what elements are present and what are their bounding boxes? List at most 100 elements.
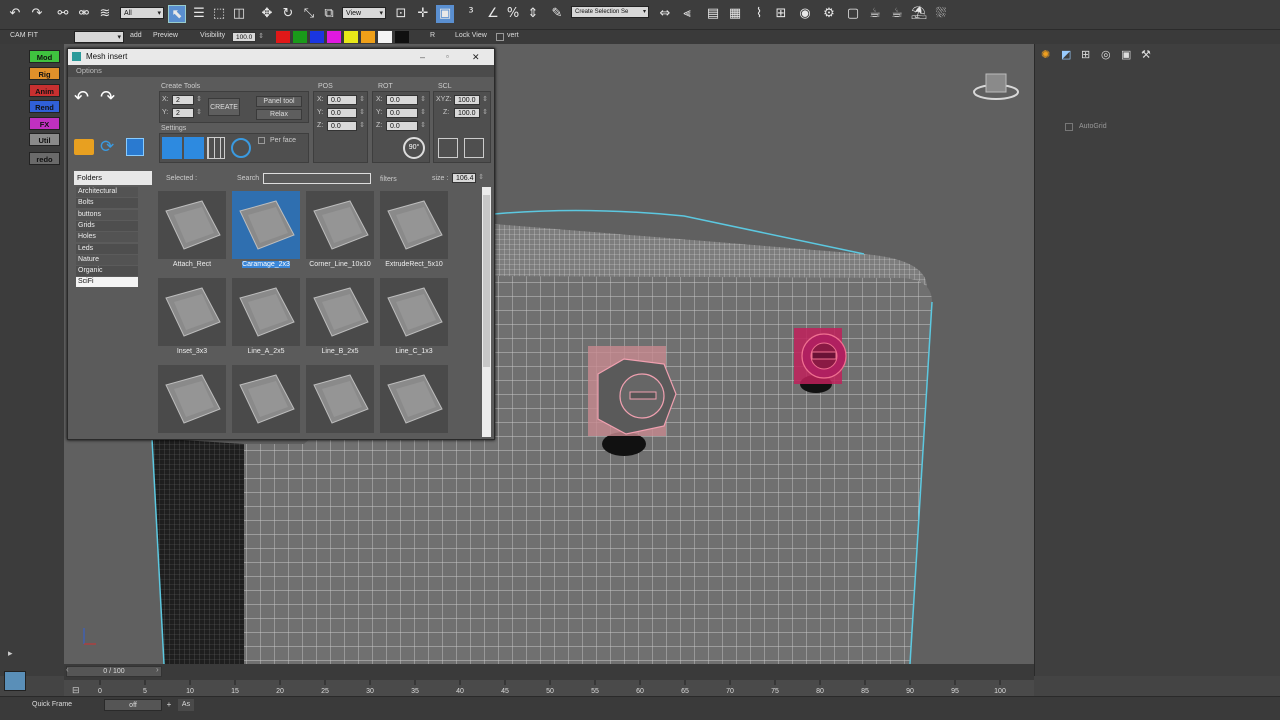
grid-icon[interactable] xyxy=(207,137,225,159)
asset-thumbnail[interactable]: Corner_Line_10x10 xyxy=(304,189,376,271)
scl-z-field[interactable]: 100.0 xyxy=(454,108,488,118)
r-label[interactable]: R xyxy=(430,32,435,39)
panel-tool-button[interactable]: Panel tool xyxy=(256,96,302,107)
asset-thumbnail[interactable]: ExtrudeRect_5x10 xyxy=(378,189,450,271)
mirror-icon[interactable]: ⇔ xyxy=(656,5,674,23)
rotate-icon[interactable]: ↻ xyxy=(279,5,297,23)
paint-icon[interactable] xyxy=(184,137,204,159)
search-input[interactable] xyxy=(263,173,371,184)
color-swatch[interactable] xyxy=(378,31,392,43)
asset-thumbnail[interactable] xyxy=(304,363,376,437)
key-filters-icon[interactable]: ⊟ xyxy=(72,685,80,696)
next-frame-icon[interactable]: › xyxy=(156,665,159,674)
folder-item[interactable]: Grids xyxy=(76,220,138,231)
grid-scrollbar[interactable] xyxy=(482,187,491,437)
lock-view-button[interactable]: Lock View xyxy=(455,32,487,39)
folder-item[interactable]: Architectural xyxy=(76,187,138,197)
save-icon[interactable] xyxy=(126,138,144,156)
fx-button[interactable]: FX xyxy=(29,117,60,130)
close-icon[interactable]: ✕ xyxy=(472,49,480,65)
off-field[interactable]: off xyxy=(104,699,162,711)
unlink-icon[interactable]: ⚮ xyxy=(75,5,93,23)
rot-x-field[interactable]: 0.0 xyxy=(386,95,426,105)
rot-y-field[interactable]: 0.0 xyxy=(386,108,426,118)
align-icon[interactable]: ⫷ xyxy=(678,5,696,23)
asset-thumbnail[interactable] xyxy=(156,363,228,437)
rot-z-field[interactable]: 0.0 xyxy=(386,121,426,131)
pos-z-field[interactable]: 0.0 xyxy=(327,121,365,131)
scale-icon[interactable]: ⤡ xyxy=(300,5,318,23)
selection-filter-dropdown[interactable]: All xyxy=(120,7,164,19)
display-tab-icon[interactable]: ▣ xyxy=(1121,48,1131,61)
mirror-x-icon[interactable] xyxy=(438,138,458,158)
folder-item[interactable]: Nature xyxy=(76,254,138,265)
color-swatch[interactable] xyxy=(276,31,290,43)
create-x-field[interactable]: 2 xyxy=(172,95,202,105)
render-setup-icon[interactable]: ⚙ xyxy=(820,5,838,23)
rig-button[interactable]: Rig xyxy=(29,67,60,80)
rendered-frame-window-icon[interactable]: ▢ xyxy=(844,5,862,23)
material-editor-icon[interactable]: ◉ xyxy=(796,5,814,23)
autogrid-checkbox[interactable] xyxy=(1065,123,1073,131)
maxscript-listener-icon[interactable] xyxy=(4,671,26,691)
create-y-field[interactable]: 2 xyxy=(172,108,202,118)
rend-button[interactable]: Rend xyxy=(29,100,60,113)
asset-thumbnail[interactable]: Line_C_1x3 xyxy=(378,276,450,358)
utilities-tab-icon[interactable]: ⚒ xyxy=(1141,48,1151,61)
angle-snap-icon[interactable]: ∠ xyxy=(484,5,502,23)
filters-button[interactable]: filters xyxy=(380,176,397,183)
window-titlebar[interactable]: Mesh insert – ▫ ✕ xyxy=(68,49,494,65)
layer-manager-icon[interactable]: ▤ xyxy=(704,5,722,23)
modify-tab-icon[interactable]: ◩ xyxy=(1061,48,1071,61)
ref-coord-dropdown[interactable]: View xyxy=(342,7,386,19)
folder-item[interactable]: Organic xyxy=(76,266,138,277)
maximize-icon[interactable]: ▫ xyxy=(446,49,449,65)
options-menu[interactable]: Options xyxy=(68,65,494,77)
folder-item[interactable]: Leds xyxy=(76,243,138,254)
per-face-checkbox[interactable] xyxy=(258,137,265,144)
mode-icon[interactable] xyxy=(162,137,182,159)
color-swatch[interactable] xyxy=(361,31,375,43)
color-swatch[interactable] xyxy=(310,31,324,43)
bind-spacewarp-icon[interactable]: ≋ xyxy=(96,5,114,23)
minimize-icon[interactable]: – xyxy=(420,49,425,65)
folder-item[interactable]: SciFi xyxy=(76,277,138,288)
move-icon[interactable]: ✥ xyxy=(258,5,276,23)
ribbon-icon[interactable]: ▦ xyxy=(726,5,744,23)
asset-thumbnail[interactable] xyxy=(230,363,302,437)
asset-thumbnail[interactable]: Inset_3x3 xyxy=(156,276,228,358)
plus-button[interactable]: + xyxy=(163,699,175,711)
add-button[interactable]: add xyxy=(130,32,142,39)
select-object-icon[interactable]: ⬉ xyxy=(168,5,186,23)
redo-icon[interactable]: ↷ xyxy=(28,5,46,23)
time-slider[interactable]: 0 / 100 ‹ › xyxy=(64,664,1034,680)
asset-thumbnail[interactable]: Caramage_2x3 xyxy=(230,189,302,271)
asset-thumbnail[interactable]: Attach_Rect xyxy=(156,189,228,271)
placement-icon[interactable]: ⧉ xyxy=(320,5,338,23)
redo-arrow-icon[interactable]: ↷ xyxy=(100,87,115,108)
pivot-icon[interactable]: ⊡ xyxy=(392,5,410,23)
vert-checkbox[interactable] xyxy=(496,33,504,41)
window-crossing-icon[interactable]: ◫ xyxy=(230,5,248,23)
color-swatch[interactable] xyxy=(293,31,307,43)
snap-3d-icon[interactable]: ³ xyxy=(462,5,480,23)
cam-fit-dropdown[interactable] xyxy=(74,31,124,43)
folder-icon[interactable] xyxy=(74,139,94,155)
folder-item[interactable]: Bolts xyxy=(76,198,138,209)
pos-x-field[interactable]: 0.0 xyxy=(327,95,365,105)
pos-y-field[interactable]: 0.0 xyxy=(327,108,365,118)
mirror-y-icon[interactable] xyxy=(464,138,484,158)
folder-item[interactable]: buttons xyxy=(76,209,138,220)
edit-named-selection-icon[interactable]: ✎ xyxy=(548,5,566,23)
rect-selection-icon[interactable]: ⬚ xyxy=(210,5,228,23)
time-slider-thumb[interactable]: 0 / 100 xyxy=(66,666,162,677)
motion-tab-icon[interactable]: ◎ xyxy=(1101,48,1111,61)
as-button[interactable]: As xyxy=(178,699,194,711)
select-manipulate-icon[interactable]: ✛ xyxy=(414,5,432,23)
activeshade-icon[interactable]: ⛱ xyxy=(910,5,928,23)
keyboard-shortcut-override-icon[interactable]: ▣ xyxy=(436,5,454,23)
relax-button[interactable]: Relax xyxy=(256,109,302,120)
redo-button[interactable]: redo xyxy=(29,152,60,165)
refresh-icon[interactable]: ⟳ xyxy=(100,137,114,157)
prev-frame-icon[interactable]: ‹ xyxy=(66,665,69,674)
